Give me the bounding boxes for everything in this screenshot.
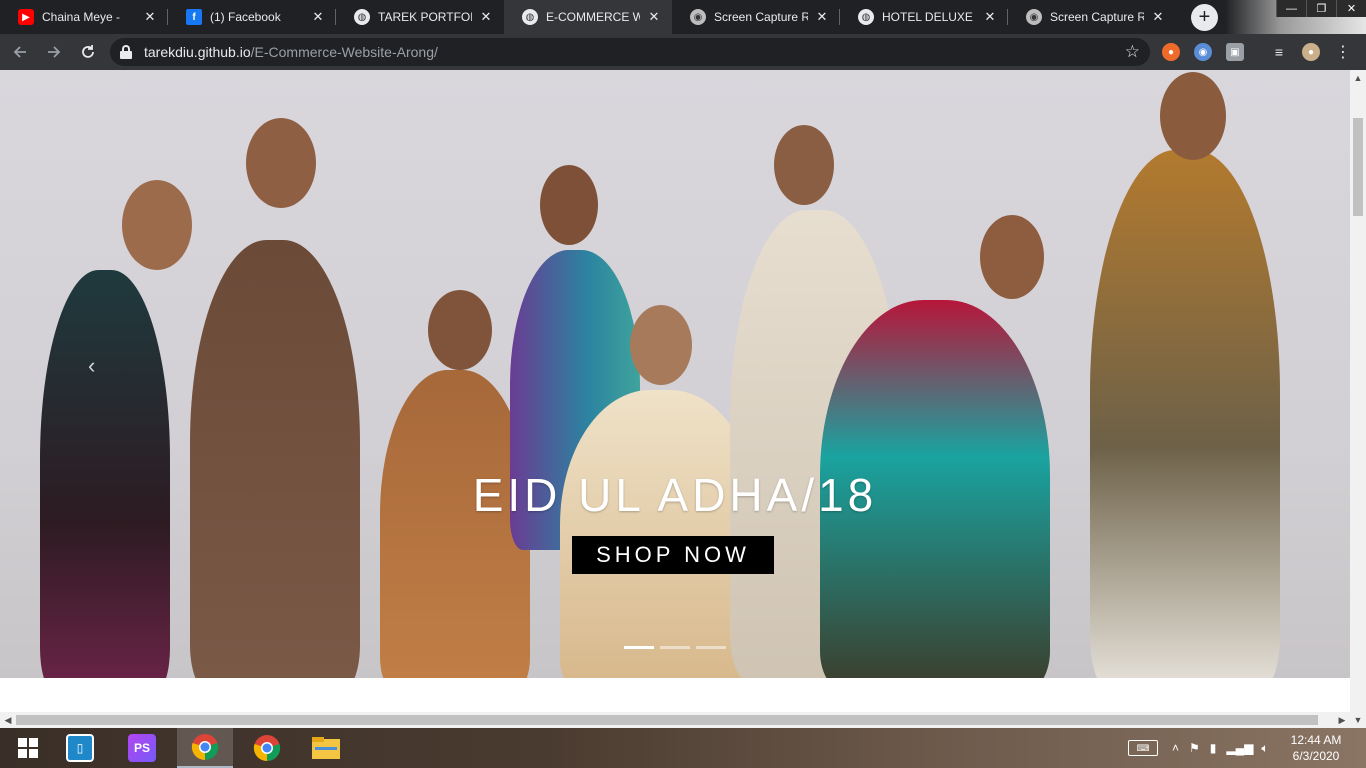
tab-screen-capture-2[interactable]: ◉ Screen Capture Res ✕: [1008, 0, 1176, 34]
signal-icon[interactable]: ▂▄▆: [1226, 741, 1253, 755]
tab-title: TAREK PORTFOLIO: [378, 10, 472, 24]
tab-title: HOTEL DELUXE: [882, 10, 973, 24]
close-window-button[interactable]: ✕: [1336, 0, 1366, 17]
carousel-indicators: [624, 646, 726, 649]
camera-extension-icon[interactable]: ▣: [1226, 43, 1244, 61]
close-icon[interactable]: ✕: [310, 9, 326, 25]
vertical-scrollbar[interactable]: ▲ ▼: [1350, 70, 1366, 728]
forward-button[interactable]: [40, 38, 68, 66]
arrow-right-icon: [48, 46, 61, 58]
scroll-up-arrow-icon[interactable]: ▲: [1350, 70, 1366, 86]
clock-time: 12:44 AM: [1290, 733, 1342, 747]
app-launcher-icon: ▯: [66, 734, 94, 762]
tab-youtube[interactable]: ▶ Chaina Meye - ✕: [0, 0, 168, 34]
tab-title: (1) Facebook: [210, 10, 281, 24]
phpstorm-icon: PS: [128, 734, 156, 762]
shop-now-button[interactable]: SHOP NOW: [572, 536, 774, 574]
scroll-down-arrow-icon[interactable]: ▼: [1350, 712, 1366, 728]
reload-button[interactable]: [74, 38, 102, 66]
horizontal-scrollbar[interactable]: ◀ ▶: [0, 712, 1350, 728]
menu-kebab-icon[interactable]: ⋮: [1334, 43, 1352, 61]
media-controls-icon[interactable]: ≡: [1270, 43, 1288, 61]
arrow-left-icon: [13, 46, 26, 58]
taskbar-chrome[interactable]: [239, 728, 295, 768]
profile-avatar[interactable]: ●: [1302, 43, 1320, 61]
keyboard-icon[interactable]: ⌨: [1128, 740, 1158, 756]
close-icon[interactable]: ✕: [478, 9, 494, 25]
close-icon[interactable]: ✕: [814, 9, 830, 25]
carousel-indicator-3[interactable]: [696, 646, 726, 649]
network-alert-icon[interactable]: ⚑: [1189, 741, 1200, 755]
battery-icon[interactable]: ▮: [1210, 741, 1217, 755]
file-explorer-icon: [312, 737, 340, 759]
minimize-button[interactable]: —: [1276, 0, 1306, 17]
windows-start-icon: [18, 738, 38, 758]
tab-facebook[interactable]: f (1) Facebook ✕: [168, 0, 336, 34]
facebook-icon: f: [186, 9, 202, 25]
tab-title: Chaina Meye -: [42, 10, 121, 24]
tab-ecommerce-active[interactable]: ◍ E-COMMERCE WEB ✕: [504, 0, 672, 34]
chrome-icon: [253, 735, 281, 762]
bookmark-star-icon[interactable]: ☆: [1125, 42, 1140, 62]
tray-expand-icon[interactable]: ˄: [1172, 741, 1179, 755]
address-bar[interactable]: tarekdiu.github.io/E-Commerce-Website-Ar…: [110, 38, 1150, 66]
close-icon[interactable]: ✕: [1150, 9, 1166, 25]
tab-screen-capture-1[interactable]: ◉ Screen Capture Res ✕: [672, 0, 840, 34]
extension-icon[interactable]: ◉: [1194, 43, 1212, 61]
carousel-indicator-1[interactable]: [624, 646, 654, 649]
scroll-right-arrow-icon[interactable]: ▶: [1334, 712, 1350, 728]
taskbar-phpstorm[interactable]: PS: [114, 728, 170, 768]
new-tab-button[interactable]: +: [1191, 4, 1218, 31]
taskbar-file-explorer[interactable]: [298, 728, 354, 768]
reload-icon: [82, 45, 94, 58]
back-button[interactable]: [6, 38, 34, 66]
horizontal-scroll-thumb[interactable]: [16, 715, 1318, 725]
taskbar-clock[interactable]: 12:44 AM 6/3/2020: [1284, 732, 1348, 764]
capture-icon: ◉: [1026, 9, 1042, 25]
tab-strip: ▶ Chaina Meye - ✕ f (1) Facebook ✕ ◍ TAR…: [0, 0, 1366, 34]
tab-title: Screen Capture Res: [714, 10, 808, 24]
extension-icon[interactable]: ●: [1162, 43, 1180, 61]
system-tray: ⌨ ˄ ⚑ ▮ ▂▄▆ 🔈︎: [1128, 728, 1269, 768]
chrome-icon: [191, 734, 219, 761]
url-path: /E-Commerce-Website-Arong/: [250, 44, 438, 60]
hero-carousel: ‹ EID UL ADHA/18 SHOP NOW: [0, 70, 1350, 678]
scroll-left-arrow-icon[interactable]: ◀: [0, 712, 16, 728]
globe-icon: ◍: [858, 9, 874, 25]
hero-title: EID UL ADHA/18: [472, 469, 878, 521]
start-button[interactable]: [0, 728, 56, 768]
lock-icon: [120, 45, 132, 59]
globe-icon: ◍: [522, 9, 538, 25]
close-icon[interactable]: ✕: [982, 9, 998, 25]
volume-icon[interactable]: 🔈︎: [1261, 741, 1268, 756]
tab-title: E-COMMERCE WEB: [546, 10, 640, 24]
tab-hotel-deluxe[interactable]: ◍ HOTEL DELUXE ✕: [840, 0, 1008, 34]
restore-button[interactable]: ❐: [1306, 0, 1336, 17]
globe-icon: ◍: [354, 9, 370, 25]
taskbar-app-launcher[interactable]: ▯: [52, 728, 108, 768]
carousel-prev-button[interactable]: ‹: [88, 353, 95, 379]
clock-date: 6/3/2020: [1292, 749, 1340, 763]
window-controls: — ❐ ✕: [1276, 0, 1366, 17]
carousel-indicator-2[interactable]: [660, 646, 690, 649]
close-icon[interactable]: ✕: [142, 9, 158, 25]
youtube-icon: ▶: [18, 9, 34, 25]
url-host: tarekdiu.github.io: [144, 44, 251, 60]
tab-tarek-portfolio[interactable]: ◍ TAREK PORTFOLIO ✕: [336, 0, 504, 34]
page-viewport: ‹ EID UL ADHA/18 SHOP NOW: [0, 70, 1350, 712]
capture-icon: ◉: [690, 9, 706, 25]
taskbar-chrome-active[interactable]: [177, 728, 233, 768]
vertical-scroll-thumb[interactable]: [1353, 118, 1363, 216]
tab-title: Screen Capture Res: [1050, 10, 1144, 24]
close-icon[interactable]: ✕: [646, 9, 662, 25]
